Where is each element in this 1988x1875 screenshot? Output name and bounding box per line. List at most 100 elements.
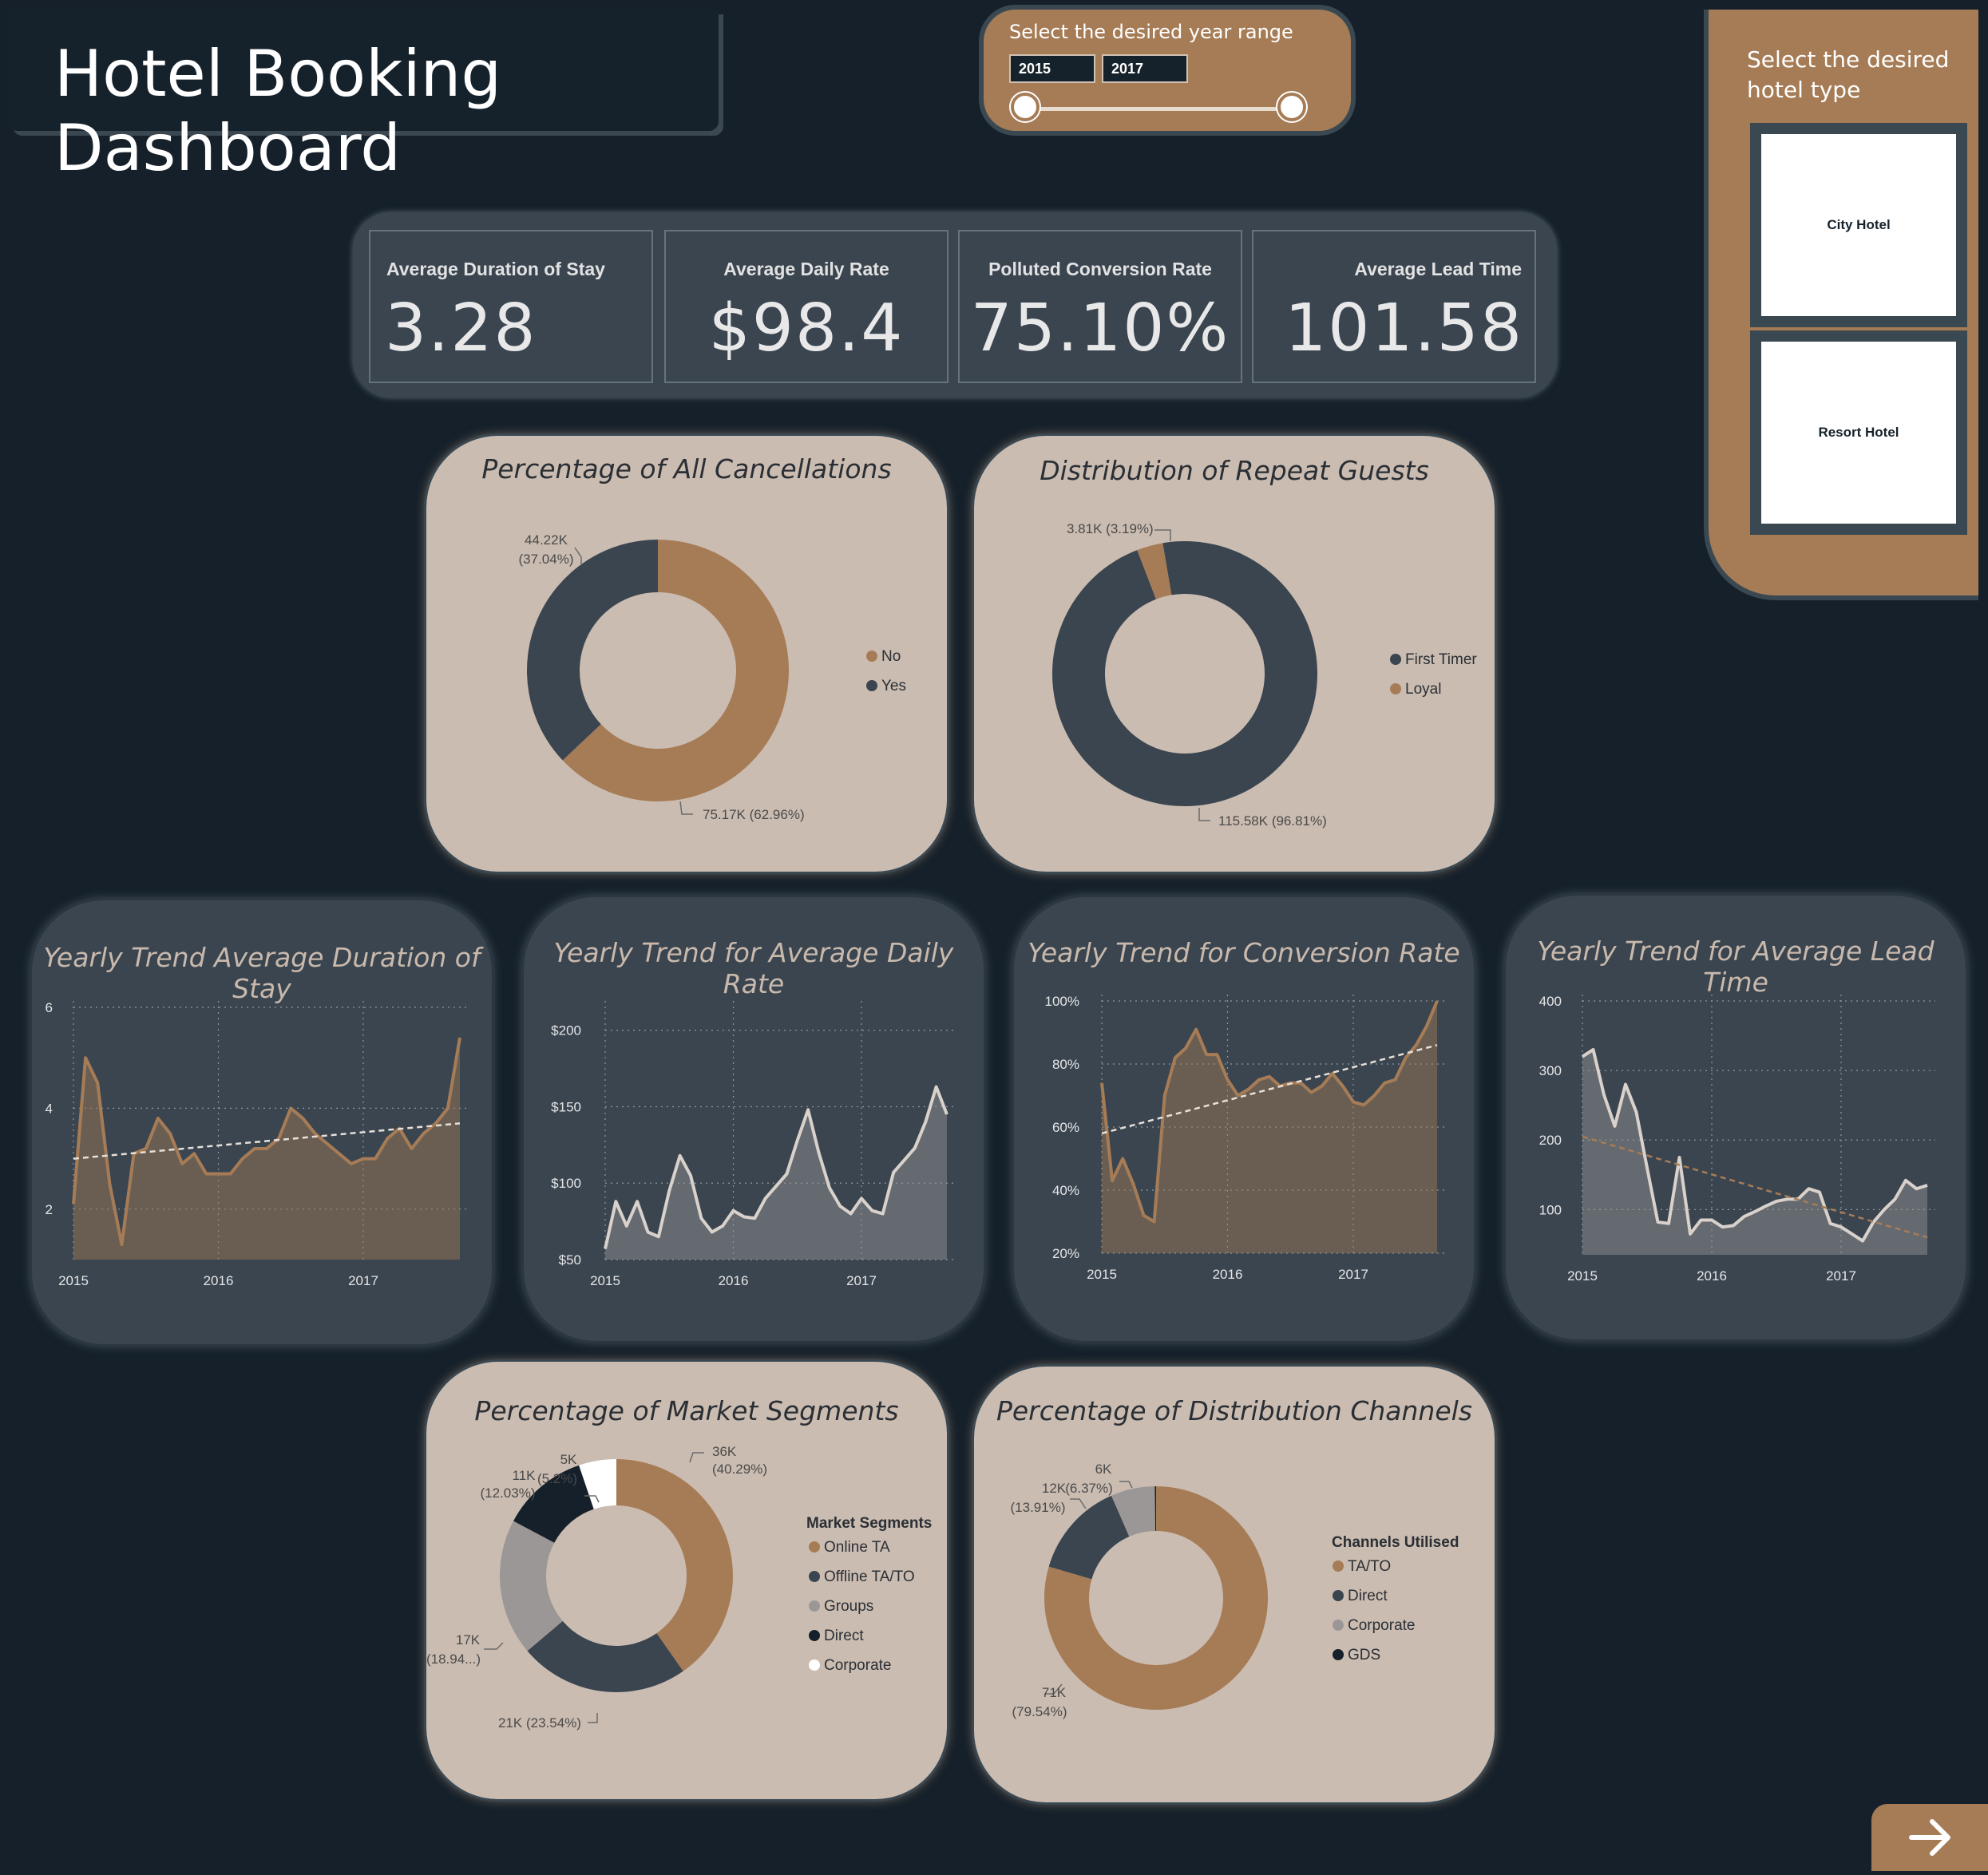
city-hotel-button[interactable]: City Hotel xyxy=(1750,123,1967,327)
data-point xyxy=(96,1082,99,1085)
legend-swatch-ta-to xyxy=(1333,1561,1344,1572)
data-point xyxy=(326,1142,329,1145)
data-label-groups-value: 17K xyxy=(456,1632,481,1648)
cancellations-donut: 44.22K (37.04%) 75.17K (62.96%) No Yes xyxy=(519,532,906,822)
title-card: Hotel Booking Dashboard xyxy=(8,10,719,185)
x-tick-label: 2017 xyxy=(348,1273,378,1288)
data-point xyxy=(121,1243,124,1246)
donut-slice-online-ta[interactable] xyxy=(616,1459,733,1671)
data-point xyxy=(903,1159,906,1162)
data-point xyxy=(72,1202,75,1205)
kpi-card-duration: Average Duration of Stay 3.28 xyxy=(369,230,653,383)
x-tick-label: 2015 xyxy=(58,1273,89,1288)
data-label-offline-ta: 21K (23.54%) xyxy=(498,1715,581,1731)
data-point xyxy=(1645,1166,1649,1169)
data-point xyxy=(647,1231,650,1234)
y-tick-label: 100% xyxy=(1045,994,1079,1009)
data-point xyxy=(1415,1043,1418,1046)
data-point xyxy=(796,1139,799,1142)
x-tick-label: 2016 xyxy=(204,1273,234,1288)
x-tick-label: 2015 xyxy=(590,1273,620,1288)
hotel-type-label: Select the desired hotel type xyxy=(1747,46,1950,103)
x-tick-label: 2017 xyxy=(846,1273,877,1288)
data-point xyxy=(1808,1187,1811,1190)
data-point xyxy=(1700,1218,1703,1221)
data-point xyxy=(1667,1222,1670,1225)
data-label-groups-pct: (18.94...) xyxy=(426,1652,481,1667)
data-point xyxy=(1257,1078,1261,1082)
data-point xyxy=(806,1108,810,1111)
year-end-input[interactable]: 2017 xyxy=(1102,54,1188,83)
data-point xyxy=(1362,1103,1365,1106)
data-label-direct-value: 12K xyxy=(1042,1481,1067,1496)
data-point xyxy=(410,1147,414,1150)
data-point xyxy=(924,1121,927,1124)
legend-label-loyal: Loyal xyxy=(1405,681,1441,698)
legend-label-yes: Yes xyxy=(881,678,906,694)
data-point xyxy=(253,1147,256,1150)
data-point xyxy=(711,1231,714,1234)
legend-title: Market Segments xyxy=(806,1515,932,1532)
market-segments-donut: 36K (40.29%) 5K (5.2%) 11K (12.03%) 17K … xyxy=(426,1444,932,1731)
data-point xyxy=(667,1189,671,1193)
donut-slice-yes[interactable] xyxy=(527,540,658,761)
year-slider-end-handle[interactable] xyxy=(1277,93,1306,121)
year-range-slicer: Select the desired year range 2015 2017 xyxy=(984,10,1351,131)
data-point xyxy=(1121,1157,1124,1161)
data-point xyxy=(1657,1220,1660,1224)
data-point xyxy=(1732,1224,1735,1227)
year-slider-start-handle[interactable] xyxy=(1011,93,1040,121)
year-start-input[interactable]: 2015 xyxy=(1009,54,1095,83)
x-tick-label: 2017 xyxy=(1338,1267,1368,1282)
legend-label-ta-to: TA/TO xyxy=(1348,1558,1391,1575)
legend-label-no: No xyxy=(881,648,901,665)
data-point xyxy=(774,1185,778,1188)
data-point xyxy=(168,1132,172,1135)
data-point xyxy=(1851,1232,1854,1236)
donut-slice-first-timer[interactable] xyxy=(1052,541,1317,806)
data-point xyxy=(764,1197,767,1200)
kpi-value: 3.28 xyxy=(385,291,537,366)
data-point xyxy=(1404,1056,1408,1059)
data-point xyxy=(1764,1205,1768,1208)
resort-hotel-button[interactable]: Resort Hotel xyxy=(1750,330,1967,535)
data-point xyxy=(446,1106,449,1110)
data-point xyxy=(1100,1082,1103,1085)
leader-line-yes xyxy=(574,547,582,565)
data-point xyxy=(1372,1094,1376,1098)
data-point xyxy=(1678,1156,1681,1159)
data-label-direct-pct: (13.91%) xyxy=(1011,1500,1066,1515)
data-label-loyal: 3.81K (3.19%) xyxy=(1067,521,1154,536)
legend-label-corporate: Corporate xyxy=(824,1657,892,1674)
data-point xyxy=(849,1212,853,1216)
data-point xyxy=(1710,1218,1713,1221)
data-point xyxy=(217,1173,220,1176)
data-point xyxy=(314,1132,317,1135)
data-label-direct-pct: (12.03%) xyxy=(481,1485,536,1501)
data-label-no: 75.17K (62.96%) xyxy=(703,807,805,822)
data-point xyxy=(289,1106,292,1110)
data-point xyxy=(838,1205,842,1208)
lead-time-trend-panel: Yearly Trend for Average Lead Time 100 20… xyxy=(1506,896,1966,1339)
data-point xyxy=(1581,1055,1584,1058)
legend-swatch-offline-ta-to xyxy=(809,1571,820,1582)
legend-label-first-timer: First Timer xyxy=(1405,651,1477,668)
data-point xyxy=(108,1182,111,1185)
data-label-online-ta-value: 36K xyxy=(712,1444,737,1459)
data-point xyxy=(1321,1085,1324,1088)
kpi-card-conversion: Polluted Conversion Rate 75.10% xyxy=(958,230,1242,383)
data-point xyxy=(1341,1085,1344,1088)
data-point xyxy=(192,1152,196,1155)
data-point xyxy=(338,1152,341,1155)
data-point xyxy=(1721,1225,1725,1228)
resort-hotel-label: Resort Hotel xyxy=(1761,342,1956,524)
data-point xyxy=(350,1162,353,1165)
leader-line-first-timer xyxy=(1198,808,1210,821)
duration-trend-panel: Yearly Trend Average Duration of Stay 24… xyxy=(32,900,492,1344)
page-title: Hotel Booking Dashboard xyxy=(54,37,502,185)
data-point xyxy=(1861,1240,1864,1243)
repeat-guests-donut: 3.81K (3.19%) 115.58K (96.81%) First Tim… xyxy=(1052,521,1477,829)
data-point xyxy=(1624,1083,1627,1086)
next-page-button[interactable] xyxy=(1871,1804,1988,1871)
data-label-yes-pct: (37.04%) xyxy=(519,552,574,567)
